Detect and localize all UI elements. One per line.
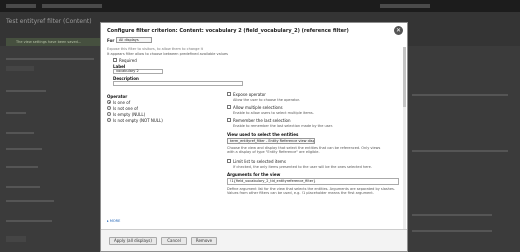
limit-list-label: Limit list to selected items (233, 159, 286, 164)
arguments-heading: Arguments for the view (227, 172, 281, 177)
divider (6, 58, 94, 60)
operator-option-label: Is not empty (NOT NULL) (113, 118, 163, 123)
toolbar-item (6, 4, 36, 8)
more-link[interactable]: ▸ MORE (107, 219, 120, 223)
allow-multiple-checkbox[interactable] (227, 105, 231, 109)
divider (6, 186, 40, 188)
expose-operator-checkbox[interactable] (227, 92, 231, 96)
operator-radio-is-one-of[interactable] (107, 100, 111, 104)
operator-heading: Operator (107, 94, 128, 99)
operator-radio-is-empty[interactable] (107, 112, 111, 116)
for-label-text: For (107, 38, 115, 43)
allow-multiple-label: Allow multiple selections (233, 105, 283, 110)
configure-filter-dialog: Configure filter criterion: Content: voc… (100, 22, 408, 252)
divider (6, 200, 54, 202)
backdrop-tab (6, 66, 34, 71)
apply-button[interactable]: Apply (all displays) (109, 237, 157, 245)
divider (412, 230, 492, 232)
for-displays-select[interactable]: All displays (116, 37, 152, 43)
divider (412, 150, 508, 152)
arguments-input[interactable]: !1{field_vocabulary_2_tid_entityreferenc… (227, 178, 399, 185)
operator-option-label: Is empty (NULL) (113, 112, 146, 117)
operator-radio-is-not-one-of[interactable] (107, 106, 111, 110)
required-checkbox[interactable] (113, 58, 117, 62)
divider (6, 112, 26, 114)
description-input[interactable] (113, 81, 243, 86)
divider (6, 166, 38, 168)
view-select-heading: View used to select the entities (227, 132, 299, 137)
divider (6, 220, 52, 222)
cancel-button[interactable]: Cancel (161, 237, 187, 245)
operator-option-label: Is not one of (113, 106, 138, 111)
operator-option-label: Is one of (113, 100, 131, 105)
limit-list-hint: If checked, the only items presented to … (233, 165, 372, 169)
dialog-scrollbar[interactable] (403, 47, 406, 230)
toolbar-item (42, 4, 102, 8)
operator-radio-is-not-empty[interactable] (107, 118, 111, 122)
remember-hint: Enable to remember the last selection ma… (233, 124, 333, 128)
divider (6, 148, 42, 150)
admin-toolbar (0, 0, 520, 12)
limit-list-checkbox[interactable] (227, 159, 231, 163)
close-icon[interactable]: ✕ (394, 26, 403, 35)
backdrop-button (6, 236, 26, 242)
page-title: Test entityref filter (Content) (6, 18, 92, 25)
dialog-scroll-area[interactable]: Expose this filter to visitors, to allow… (101, 47, 407, 230)
label-input[interactable]: vocabulary 2 (113, 69, 163, 74)
expose-operator-label: Expose operator (233, 92, 266, 97)
divider (412, 214, 492, 216)
remember-label: Remember the last selection (233, 118, 291, 123)
remove-button[interactable]: Remove (191, 237, 217, 245)
divider (6, 132, 34, 134)
expose-hint: It appears filter allow to choose betwee… (107, 52, 228, 56)
view-select-dropdown[interactable]: term_entityref_filter - Entity Reference… (227, 138, 315, 144)
status-message-text: The view settings have been saved... (16, 40, 82, 44)
status-message: The view settings have been saved... (6, 38, 100, 46)
for-label: For (107, 38, 114, 43)
dialog-footer: Apply (all displays) Cancel Remove (101, 229, 407, 251)
dialog-title: Configure filter criterion: Content: voc… (107, 28, 349, 34)
remember-checkbox[interactable] (227, 118, 231, 122)
allow-multiple-hint: Enable to allow users to select multiple… (233, 111, 314, 115)
arguments-hint: Define argument list for the view that s… (227, 187, 395, 195)
divider (412, 94, 508, 96)
divider (6, 90, 46, 92)
expose-text: Expose this filter to visitors, to allow… (107, 47, 204, 51)
scrollbar-thumb[interactable] (403, 47, 406, 107)
expose-operator-hint: Allow the user to choose the operator. (233, 98, 300, 102)
toolbar-item (380, 4, 430, 8)
required-label: Required (119, 58, 137, 63)
view-select-hint: Choose the view and display that select … (227, 146, 381, 154)
